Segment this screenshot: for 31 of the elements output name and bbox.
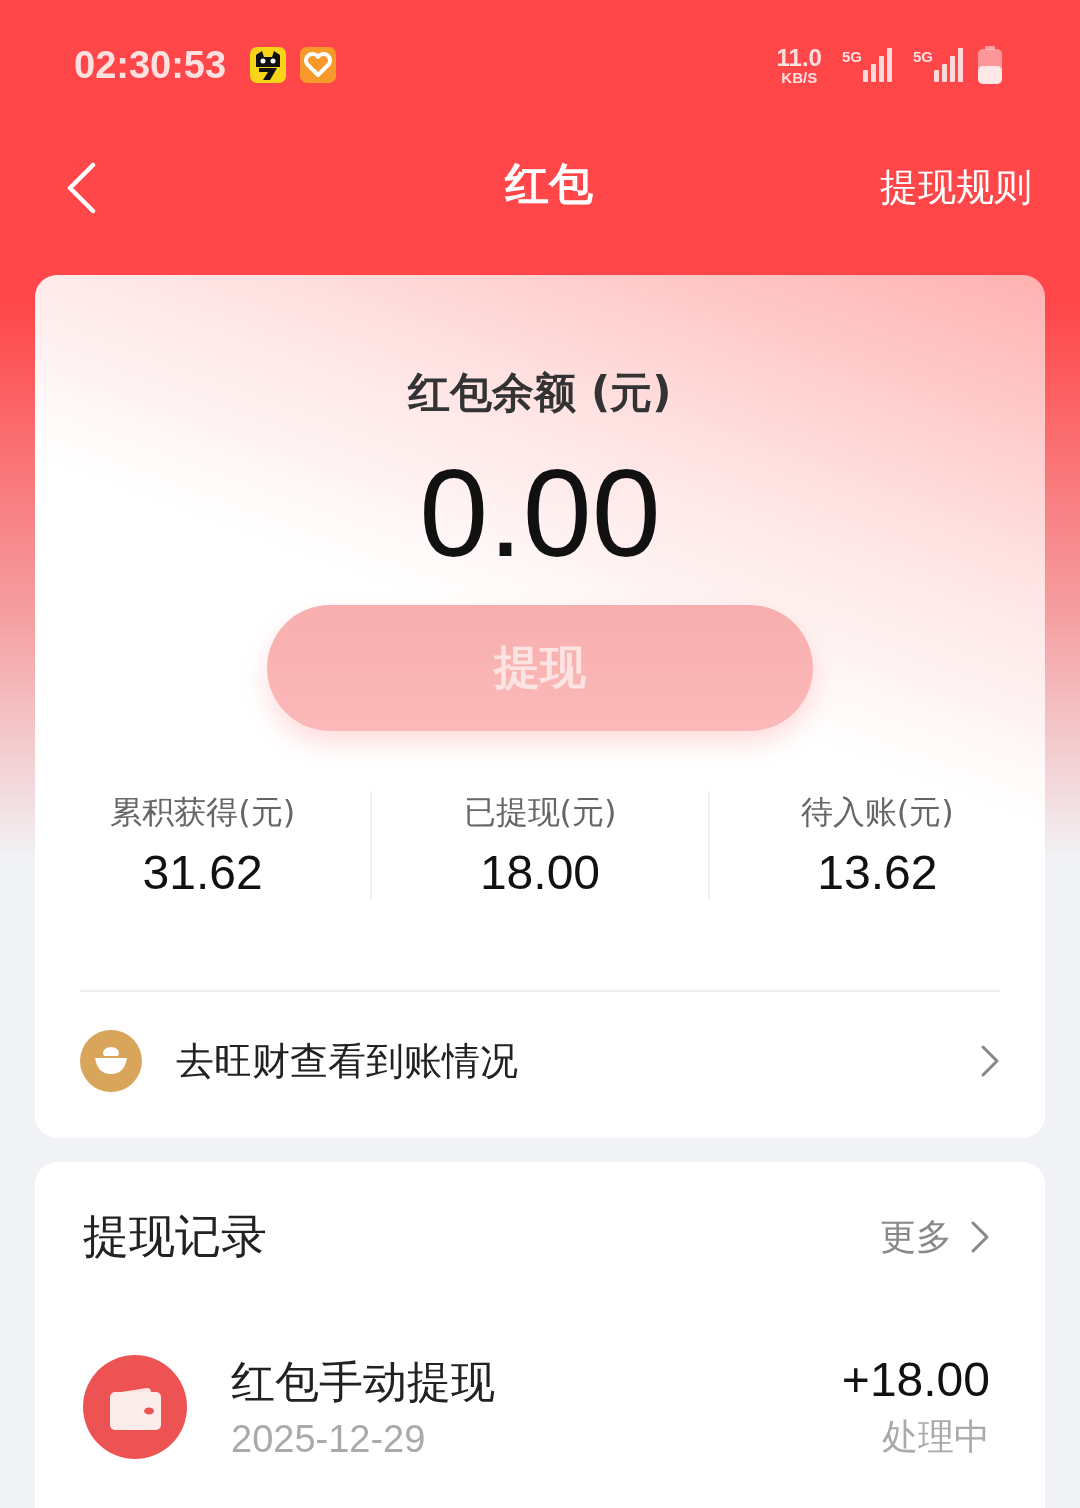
page-title: 红包 (505, 157, 593, 211)
battery-icon (978, 46, 1002, 84)
back-icon[interactable] (66, 161, 96, 214)
stat-value: 18.00 (479, 845, 601, 900)
heart-app-icon (300, 47, 337, 83)
stat-value: 31.62 (142, 845, 263, 900)
ingot-icon (80, 1030, 142, 1092)
section-title: 提现记录 (83, 1208, 267, 1265)
network-speed: 11.0 KB/S (776, 45, 822, 85)
signal-icon (863, 48, 893, 82)
record-amount: +18.00 (841, 1352, 990, 1407)
record-status: 处理中 (882, 1415, 990, 1459)
cat-app-icon (250, 47, 287, 83)
check-arrival-link[interactable]: 去旺财查看到账情况 (80, 990, 1000, 1092)
stat-label: 待入账(元) (800, 792, 954, 833)
stat-label: 累积获得(元) (110, 792, 296, 833)
status-time: 02:30:53 (74, 43, 227, 87)
stat-label: 已提现(元) (463, 792, 617, 833)
signal-icon (934, 48, 964, 82)
balance-amount: 0.00 (419, 451, 661, 575)
chevron-right-icon (980, 1044, 1000, 1078)
wallet-icon (83, 1355, 187, 1459)
withdraw-rules-link[interactable]: 提现规则 (880, 162, 1032, 213)
balance-label: 红包余额 (元) (408, 367, 672, 419)
more-link[interactable]: 更多 (880, 1212, 990, 1262)
record-title: 红包手动提现 (231, 1355, 496, 1409)
record-date: 2025-12-29 (231, 1418, 427, 1461)
chevron-right-icon (970, 1220, 990, 1254)
network-type: 5G (841, 48, 862, 65)
stat-value: 13.62 (817, 845, 938, 900)
network-type: 5G (913, 48, 933, 65)
